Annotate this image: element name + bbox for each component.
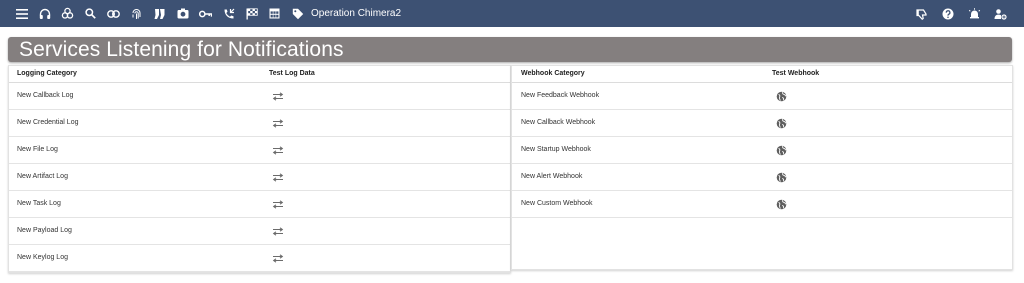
camera-icon[interactable]	[171, 0, 194, 27]
webhook-row: New Custom Webhook	[512, 191, 1012, 218]
socks-icon[interactable]	[148, 0, 171, 27]
log-category-name: New Artifact Log	[17, 173, 68, 180]
thumb-down-icon[interactable]	[910, 0, 934, 27]
log-category-name: New Payload Log	[17, 227, 72, 234]
log-category-name: New Credential Log	[17, 119, 79, 126]
webhook-table-header: Webhook Category Test Webhook	[512, 66, 1012, 83]
log-row: New Callback Log	[9, 83, 510, 110]
globe-icon[interactable]	[775, 198, 787, 210]
webhook-category-header: Webhook Category	[521, 70, 585, 77]
test-log-data-header: Test Log Data	[269, 70, 315, 77]
webhook-row: New Alert Webhook	[512, 164, 1012, 191]
user-settings-icon[interactable]	[988, 0, 1012, 27]
webhook-row: New Callback Webhook	[512, 110, 1012, 137]
swap-horiz-icon[interactable]	[272, 144, 284, 156]
webhook-table: Webhook Category Test Webhook New Feedba…	[511, 65, 1013, 270]
logging-category-header: Logging Category	[17, 70, 77, 77]
log-category-name: New Task Log	[17, 200, 61, 207]
table-icon[interactable]	[263, 0, 286, 27]
log-category-name: New Callback Log	[17, 92, 74, 99]
notification-panels: Logging Category Test Log Data New Callb…	[8, 65, 1013, 273]
swap-horiz-icon[interactable]	[272, 225, 284, 237]
page-title: Services Listening for Notifications	[19, 38, 344, 61]
globe-icon[interactable]	[775, 144, 787, 156]
alert-bell-icon[interactable]	[962, 0, 986, 27]
webhook-category-name: New Startup Webhook	[521, 146, 591, 153]
help-icon[interactable]	[936, 0, 960, 27]
swap-horiz-icon[interactable]	[272, 252, 284, 264]
tag-icon[interactable]	[286, 0, 309, 27]
fingerprint-icon[interactable]	[125, 0, 148, 27]
biohazard-icon[interactable]	[56, 0, 79, 27]
log-row: New Task Log	[9, 191, 510, 218]
swap-horiz-icon[interactable]	[272, 117, 284, 129]
log-row: New Artifact Log	[9, 164, 510, 191]
checkered-flag-icon[interactable]	[240, 0, 263, 27]
webhook-row: New Startup Webhook	[512, 137, 1012, 164]
webhook-category-name: New Callback Webhook	[521, 119, 596, 126]
phone-callback-icon[interactable]	[217, 0, 240, 27]
swap-horiz-icon[interactable]	[272, 90, 284, 102]
globe-icon[interactable]	[775, 171, 787, 183]
swap-horiz-icon[interactable]	[272, 171, 284, 183]
webhook-category-name: New Custom Webhook	[521, 200, 593, 207]
logging-table-header: Logging Category Test Log Data	[9, 66, 510, 83]
globe-icon[interactable]	[775, 117, 787, 129]
key-icon[interactable]	[194, 0, 217, 27]
webhook-category-name: New Feedback Webhook	[521, 92, 600, 99]
operation-name[interactable]: Operation Chimera2	[311, 8, 401, 19]
globe-icon[interactable]	[775, 90, 787, 102]
top-app-bar: Operation Chimera2	[0, 0, 1024, 27]
log-row: New Credential Log	[9, 110, 510, 137]
logging-table: Logging Category Test Log Data New Callb…	[8, 65, 511, 273]
webhook-category-name: New Alert Webhook	[521, 173, 583, 180]
swap-horiz-icon[interactable]	[272, 198, 284, 210]
link-icon[interactable]	[102, 0, 125, 27]
search-icon[interactable]	[79, 0, 102, 27]
log-row: New Keylog Log	[9, 245, 510, 272]
log-category-name: New Keylog Log	[17, 254, 68, 261]
headphones-icon[interactable]	[33, 0, 56, 27]
webhook-row: New Feedback Webhook	[512, 83, 1012, 110]
log-row: New File Log	[9, 137, 510, 164]
menu-icon[interactable]	[10, 0, 33, 27]
page-title-bar: Services Listening for Notifications	[8, 37, 1012, 62]
test-webhook-header: Test Webhook	[772, 70, 820, 77]
log-row: New Payload Log	[9, 218, 510, 245]
log-category-name: New File Log	[17, 146, 58, 153]
